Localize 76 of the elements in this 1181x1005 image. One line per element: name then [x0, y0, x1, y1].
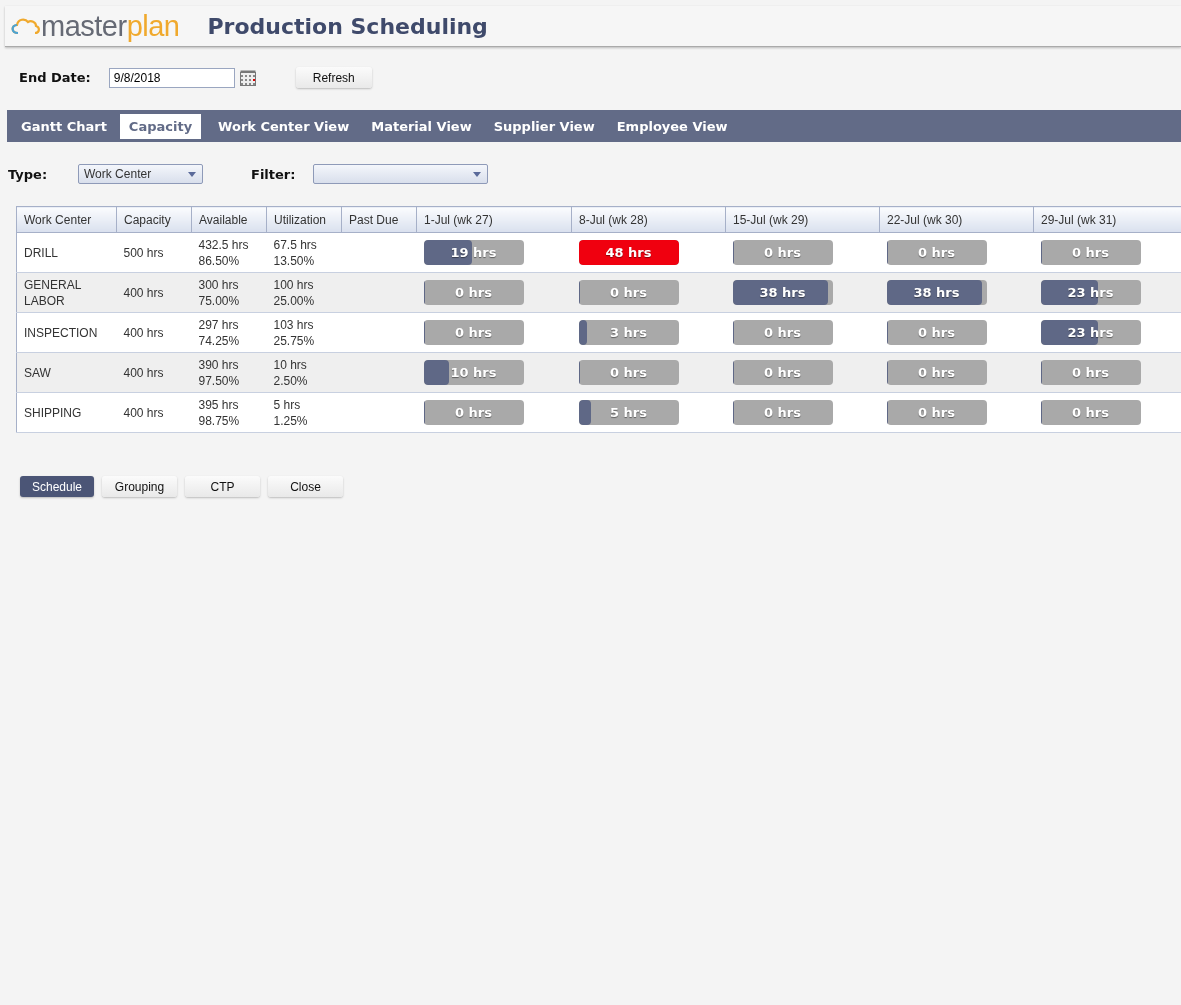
view-tab[interactable]: Employee View	[607, 113, 737, 139]
column-header[interactable]: 1-Jul (wk 27)	[416, 206, 572, 233]
table-cell: 390 hrs 97.50%	[191, 352, 267, 393]
type-dropdown[interactable]: Work Center	[78, 164, 203, 184]
table-cell: 500 hrs	[116, 232, 192, 273]
hours-value: 3 hrs	[609, 323, 648, 342]
view-tab[interactable]: Capacity	[119, 113, 202, 139]
table-cell: DRILL	[16, 232, 117, 273]
column-header[interactable]: Past Due	[341, 206, 417, 233]
hours-value: 0 hrs	[763, 243, 802, 262]
column-header[interactable]: Utilization	[266, 206, 342, 233]
column-header[interactable]: 29-Jul (wk 31)	[1033, 206, 1181, 233]
hours-value: 10 hrs	[449, 363, 498, 382]
cloud-icon	[9, 16, 41, 36]
action-button[interactable]: CTP	[185, 476, 260, 497]
hours-value: 0 hrs	[763, 363, 802, 382]
hours-value: 0 hrs	[917, 363, 956, 382]
view-tab[interactable]: Supplier View	[484, 113, 604, 139]
hours-value: 0 hrs	[454, 403, 493, 422]
table-cell: SAW	[16, 352, 117, 393]
table-cell: 300 hrs 75.00%	[191, 272, 267, 313]
hours-value: 38 hrs	[912, 283, 961, 302]
hours-value: 0 hrs	[763, 403, 802, 422]
column-header[interactable]: Work Center	[16, 206, 117, 233]
hours-value: 0 hrs	[1071, 363, 1110, 382]
action-button[interactable]: Grouping	[102, 476, 177, 497]
filter-dropdown[interactable]	[313, 164, 488, 184]
table-cell: 400 hrs	[116, 272, 192, 313]
action-button[interactable]: Close	[268, 476, 343, 497]
filter-label: Filter:	[251, 166, 297, 182]
hours-value: 5 hrs	[609, 403, 648, 422]
table-cell: INSPECTION	[16, 312, 117, 353]
column-header[interactable]: 8-Jul (wk 28)	[571, 206, 726, 233]
dropdown-arrow-icon	[188, 171, 196, 177]
dropdown-arrow-icon	[473, 171, 481, 177]
hours-value: 0 hrs	[1071, 403, 1110, 422]
table-cell: 100 hrs 25.00%	[266, 272, 342, 313]
hours-value: 48 hrs	[604, 243, 653, 262]
refresh-button[interactable]: Refresh	[295, 67, 372, 88]
hours-value: 0 hrs	[763, 323, 802, 342]
hours-value: 0 hrs	[609, 283, 648, 302]
column-header[interactable]: Available	[191, 206, 267, 233]
page-title: Production Scheduling	[207, 13, 488, 39]
table-cell: 400 hrs	[116, 312, 192, 353]
column-header[interactable]: 22-Jul (wk 30)	[879, 206, 1034, 233]
end-date-field[interactable]: 9/8/2018	[108, 67, 235, 88]
table-cell: 67.5 hrs 13.50%	[266, 232, 342, 273]
table-cell: 10 hrs 2.50%	[266, 352, 342, 393]
view-tab[interactable]: Work Center View	[209, 113, 359, 139]
calendar-icon[interactable]	[239, 69, 256, 86]
table-cell: 5 hrs 1.25%	[266, 392, 342, 433]
hours-value: 0 hrs	[454, 323, 493, 342]
table-cell: SHIPPING	[16, 392, 117, 433]
hours-value: 0 hrs	[609, 363, 648, 382]
table-cell: 400 hrs	[116, 352, 192, 393]
type-label: Type:	[8, 166, 49, 182]
table-cell: 297 hrs 74.25%	[191, 312, 267, 353]
table-cell: 395 hrs 98.75%	[191, 392, 267, 433]
column-header[interactable]: 15-Jul (wk 29)	[725, 206, 880, 233]
action-button[interactable]: Schedule	[20, 476, 94, 497]
table-cell: 103 hrs 25.75%	[266, 312, 342, 353]
end-date-label: End Date:	[19, 70, 91, 85]
hours-value: 0 hrs	[917, 403, 956, 422]
column-header[interactable]: Capacity	[116, 206, 192, 233]
table-cell: GENERAL LABOR	[16, 272, 117, 313]
hours-value: 0 hrs	[917, 323, 956, 342]
hours-value: 0 hrs	[1071, 243, 1110, 262]
hours-value: 38 hrs	[758, 283, 807, 302]
table-cell: 432.5 hrs 86.50%	[191, 232, 267, 273]
table-cell: 400 hrs	[116, 392, 192, 433]
logo-text: masterplan	[41, 9, 180, 43]
hours-value: 19 hrs	[449, 243, 498, 262]
hours-value: 0 hrs	[454, 283, 493, 302]
hours-value: 0 hrs	[917, 243, 956, 262]
view-tab[interactable]: Material View	[362, 113, 481, 139]
view-tab[interactable]: Gantt Chart	[12, 113, 116, 139]
